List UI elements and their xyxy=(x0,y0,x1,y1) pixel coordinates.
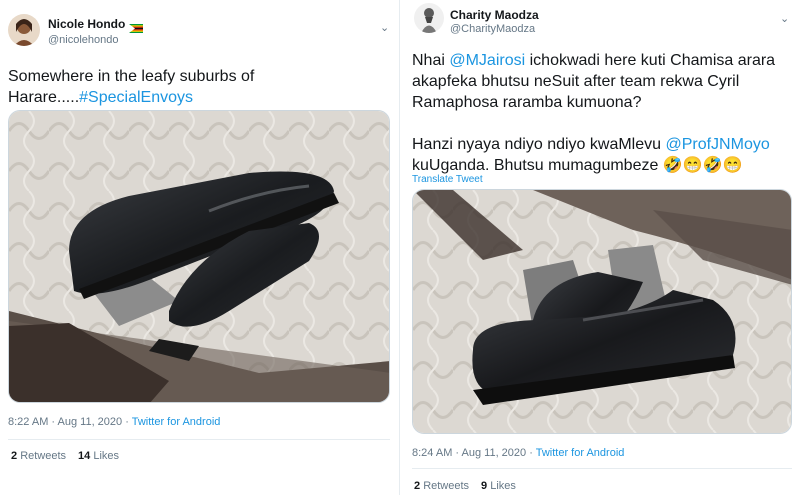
tweet-text: Nhai @MJairosi ichokwadi here kuti Chami… xyxy=(412,50,784,176)
column-divider xyxy=(399,0,403,495)
retweets-label: Retweets xyxy=(20,450,67,462)
retweets-count: 2 xyxy=(414,480,421,492)
shoes-photo xyxy=(413,190,791,433)
source-link[interactable]: Twitter for Android xyxy=(536,447,625,459)
tweet-paragraph-1: Nhai @MJairosi ichokwadi here kuti Chami… xyxy=(412,50,784,113)
tweet-timestamp: 8:24 AM · Aug 11, 2020 · Twitter for And… xyxy=(412,447,624,459)
zimbabwe-flag-icon xyxy=(129,20,144,33)
tweet-header: Nicole Hondo @nicolehondo ⌄ xyxy=(0,0,398,60)
name-line: Nicole Hondo xyxy=(48,17,144,33)
timestamp-text[interactable]: 8:22 AM · Aug 11, 2020 · xyxy=(8,416,132,428)
tweet-paragraph-2: Hanzi nyaya ndiyo ndiyo kwaMlevu @ProfJN… xyxy=(412,134,784,176)
translate-tweet-link[interactable]: Translate Tweet xyxy=(412,174,483,185)
mention-link[interactable]: @MJairosi xyxy=(449,52,525,69)
chevron-down-icon[interactable]: ⌄ xyxy=(780,12,789,25)
likes-stat[interactable]: 14 Likes xyxy=(78,450,119,462)
tweet-stats: 2 Retweets 9 Likes xyxy=(414,480,516,492)
author-name[interactable]: Nicole Hondo xyxy=(48,17,125,31)
text-prefix: Nhai xyxy=(412,52,450,69)
tweet-timestamp: 8:22 AM · Aug 11, 2020 · Twitter for And… xyxy=(8,416,220,428)
likes-label: Likes xyxy=(490,480,516,492)
tweet-photo[interactable] xyxy=(412,189,792,434)
tweet-stats: 2 Retweets 14 Likes xyxy=(11,450,119,462)
avatar[interactable] xyxy=(8,14,40,46)
source-link[interactable]: Twitter for Android xyxy=(132,416,221,428)
divider xyxy=(412,468,792,469)
text-prefix: Hanzi nyaya ndiyo ndiyo kwaMlevu xyxy=(412,136,666,153)
tweet-text: Somewhere in the leafy suburbs of Harare… xyxy=(8,66,288,108)
likes-count: 14 xyxy=(78,450,91,462)
chevron-down-icon[interactable]: ⌄ xyxy=(380,21,389,34)
retweets-stat[interactable]: 2 Retweets xyxy=(11,450,66,462)
likes-label: Likes xyxy=(93,450,120,462)
divider xyxy=(8,439,390,440)
tweet-photo[interactable] xyxy=(8,110,390,403)
tweet-nicole-hondo[interactable]: Nicole Hondo @nicolehondo ⌄ Somewhere in… xyxy=(0,0,398,495)
tweet-charity-maodza[interactable]: Charity Maodza @CharityMaodza ⌄ Nhai @MJ… xyxy=(404,0,800,495)
author-name[interactable]: Charity Maodza xyxy=(450,8,539,22)
shoes-photo xyxy=(9,111,389,402)
retweets-stat[interactable]: 2 Retweets xyxy=(414,480,469,492)
mention-link[interactable]: @ProfJNMoyo xyxy=(665,136,769,153)
timestamp-text[interactable]: 8:24 AM · Aug 11, 2020 · xyxy=(412,447,536,459)
author-handle[interactable]: @nicolehondo xyxy=(48,34,119,46)
name-line: Charity Maodza xyxy=(450,8,539,22)
likes-count: 9 xyxy=(481,480,488,492)
avatar[interactable] xyxy=(414,3,444,33)
retweets-count: 2 xyxy=(11,450,18,462)
retweets-label: Retweets xyxy=(423,480,470,492)
hashtag-link[interactable]: #SpecialEnvoys xyxy=(79,89,193,106)
likes-stat[interactable]: 9 Likes xyxy=(481,480,516,492)
text-body: kuUganda. Bhutsu mumagumbeze 🤣😁🤣😁 xyxy=(412,157,743,174)
author-handle[interactable]: @CharityMaodza xyxy=(450,23,535,35)
